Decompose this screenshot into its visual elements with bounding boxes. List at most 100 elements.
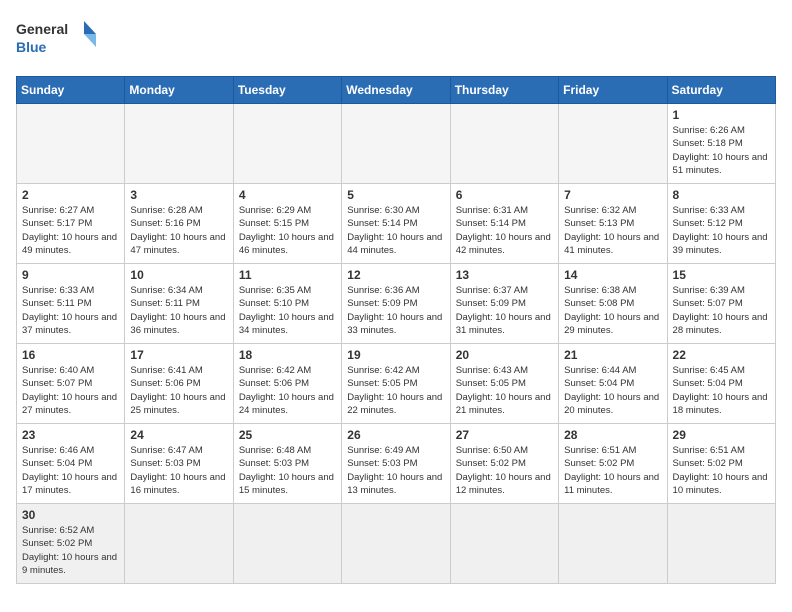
day-info: Sunrise: 6:52 AM Sunset: 5:02 PM Dayligh…	[22, 524, 119, 577]
day-number: 28	[564, 428, 661, 442]
day-number: 14	[564, 268, 661, 282]
day-info: Sunrise: 6:31 AM Sunset: 5:14 PM Dayligh…	[456, 204, 553, 257]
calendar-week-0: 1Sunrise: 6:26 AM Sunset: 5:18 PM Daylig…	[17, 104, 776, 184]
calendar-cell: 4 Sunrise: 6:29 AM Sunset: 5:15 PM Daylig…	[233, 184, 341, 264]
calendar-cell: 26Sunrise: 6:49 AM Sunset: 5:03 PM Dayli…	[342, 424, 450, 504]
day-number: 6	[456, 188, 553, 202]
day-number: 27	[456, 428, 553, 442]
calendar-cell: 8 Sunrise: 6:33 AM Sunset: 5:12 PM Daylig…	[667, 184, 775, 264]
calendar-cell	[17, 104, 125, 184]
calendar-cell: 3Sunrise: 6:28 AM Sunset: 5:16 PM Daylig…	[125, 184, 233, 264]
day-number: 9	[22, 268, 119, 282]
day-number: 16	[22, 348, 119, 362]
calendar-cell: 13 Sunrise: 6:37 AM Sunset: 5:09 PM Dayli…	[450, 264, 558, 344]
day-number: 3	[130, 188, 227, 202]
day-number: 8	[673, 188, 770, 202]
day-info: Sunrise: 6:42 AM Sunset: 5:05 PM Dayligh…	[347, 364, 444, 417]
col-header-thursday: Thursday	[450, 77, 558, 104]
day-number: 5	[347, 188, 444, 202]
calendar-cell: 22 Sunrise: 6:45 AM Sunset: 5:04 PM Dayli…	[667, 344, 775, 424]
day-info: Sunrise: 6:32 AM Sunset: 5:13 PM Dayligh…	[564, 204, 661, 257]
day-number: 21	[564, 348, 661, 362]
day-info: Sunrise: 6:41 AM Sunset: 5:06 PM Dayligh…	[130, 364, 227, 417]
day-info: Sunrise: 6:37 AM Sunset: 5:09 PM Dayligh…	[456, 284, 553, 337]
day-info: Sunrise: 6:47 AM Sunset: 5:03 PM Dayligh…	[130, 444, 227, 497]
day-info: Sunrise: 6:35 AM Sunset: 5:10 PM Dayligh…	[239, 284, 336, 337]
day-info: Sunrise: 6:44 AM Sunset: 5:04 PM Dayligh…	[564, 364, 661, 417]
day-number: 17	[130, 348, 227, 362]
calendar-week-5: 30 Sunrise: 6:52 AM Sunset: 5:02 PM Dayli…	[17, 504, 776, 584]
day-info: Sunrise: 6:29 AM Sunset: 5:15 PM Dayligh…	[239, 204, 336, 257]
day-number: 7	[564, 188, 661, 202]
calendar-cell: 14Sunrise: 6:38 AM Sunset: 5:08 PM Dayli…	[559, 264, 667, 344]
calendar-cell	[450, 104, 558, 184]
calendar-cell: 17 Sunrise: 6:41 AM Sunset: 5:06 PM Dayli…	[125, 344, 233, 424]
svg-text:General: General	[16, 21, 68, 37]
calendar-cell	[450, 504, 558, 584]
day-info: Sunrise: 6:34 AM Sunset: 5:11 PM Dayligh…	[130, 284, 227, 337]
day-number: 22	[673, 348, 770, 362]
calendar-cell: 25 Sunrise: 6:48 AM Sunset: 5:03 PM Dayli…	[233, 424, 341, 504]
day-number: 13	[456, 268, 553, 282]
day-number: 20	[456, 348, 553, 362]
day-info: Sunrise: 6:42 AM Sunset: 5:06 PM Dayligh…	[239, 364, 336, 417]
calendar-cell	[233, 104, 341, 184]
col-header-saturday: Saturday	[667, 77, 775, 104]
calendar-cell: 28Sunrise: 6:51 AM Sunset: 5:02 PM Dayli…	[559, 424, 667, 504]
svg-text:Blue: Blue	[16, 39, 47, 55]
page-header: General Blue	[16, 16, 776, 66]
calendar-week-2: 9 Sunrise: 6:33 AM Sunset: 5:11 PM Daylig…	[17, 264, 776, 344]
calendar-cell: 23 Sunrise: 6:46 AM Sunset: 5:04 PM Dayli…	[17, 424, 125, 504]
col-header-tuesday: Tuesday	[233, 77, 341, 104]
calendar-cell: 16 Sunrise: 6:40 AM Sunset: 5:07 PM Dayli…	[17, 344, 125, 424]
day-number: 23	[22, 428, 119, 442]
day-number: 29	[673, 428, 770, 442]
day-number: 30	[22, 508, 119, 522]
day-number: 1	[673, 108, 770, 122]
calendar-cell	[342, 104, 450, 184]
day-info: Sunrise: 6:40 AM Sunset: 5:07 PM Dayligh…	[22, 364, 119, 417]
calendar-cell	[559, 504, 667, 584]
calendar-cell: 12 Sunrise: 6:36 AM Sunset: 5:09 PM Dayli…	[342, 264, 450, 344]
calendar-cell: 29Sunrise: 6:51 AM Sunset: 5:02 PM Dayli…	[667, 424, 775, 504]
calendar-cell: 10 Sunrise: 6:34 AM Sunset: 5:11 PM Dayli…	[125, 264, 233, 344]
day-number: 10	[130, 268, 227, 282]
calendar-cell: 5 Sunrise: 6:30 AM Sunset: 5:14 PM Daylig…	[342, 184, 450, 264]
day-info: Sunrise: 6:45 AM Sunset: 5:04 PM Dayligh…	[673, 364, 770, 417]
calendar-cell: 24Sunrise: 6:47 AM Sunset: 5:03 PM Dayli…	[125, 424, 233, 504]
calendar-cell: 18 Sunrise: 6:42 AM Sunset: 5:06 PM Dayli…	[233, 344, 341, 424]
calendar-cell	[125, 104, 233, 184]
calendar-cell	[342, 504, 450, 584]
calendar-cell	[667, 504, 775, 584]
calendar-cell: 30 Sunrise: 6:52 AM Sunset: 5:02 PM Dayli…	[17, 504, 125, 584]
day-info: Sunrise: 6:30 AM Sunset: 5:14 PM Dayligh…	[347, 204, 444, 257]
calendar-header: SundayMondayTuesdayWednesdayThursdayFrid…	[17, 77, 776, 104]
day-info: Sunrise: 6:33 AM Sunset: 5:11 PM Dayligh…	[22, 284, 119, 337]
calendar-cell: 11 Sunrise: 6:35 AM Sunset: 5:10 PM Dayli…	[233, 264, 341, 344]
col-header-friday: Friday	[559, 77, 667, 104]
day-info: Sunrise: 6:48 AM Sunset: 5:03 PM Dayligh…	[239, 444, 336, 497]
calendar-cell	[233, 504, 341, 584]
col-header-sunday: Sunday	[17, 77, 125, 104]
day-info: Sunrise: 6:36 AM Sunset: 5:09 PM Dayligh…	[347, 284, 444, 337]
calendar-cell: 20Sunrise: 6:43 AM Sunset: 5:05 PM Dayli…	[450, 344, 558, 424]
day-number: 18	[239, 348, 336, 362]
logo-svg: General Blue	[16, 16, 96, 66]
calendar-cell: 1Sunrise: 6:26 AM Sunset: 5:18 PM Daylig…	[667, 104, 775, 184]
day-number: 25	[239, 428, 336, 442]
day-info: Sunrise: 6:46 AM Sunset: 5:04 PM Dayligh…	[22, 444, 119, 497]
day-number: 11	[239, 268, 336, 282]
day-number: 4	[239, 188, 336, 202]
logo: General Blue	[16, 16, 96, 66]
calendar-cell: 21 Sunrise: 6:44 AM Sunset: 5:04 PM Dayli…	[559, 344, 667, 424]
col-header-monday: Monday	[125, 77, 233, 104]
calendar-week-4: 23 Sunrise: 6:46 AM Sunset: 5:04 PM Dayli…	[17, 424, 776, 504]
day-info: Sunrise: 6:39 AM Sunset: 5:07 PM Dayligh…	[673, 284, 770, 337]
day-info: Sunrise: 6:33 AM Sunset: 5:12 PM Dayligh…	[673, 204, 770, 257]
col-header-wednesday: Wednesday	[342, 77, 450, 104]
day-number: 2	[22, 188, 119, 202]
calendar-table: SundayMondayTuesdayWednesdayThursdayFrid…	[16, 76, 776, 584]
calendar-cell: 2Sunrise: 6:27 AM Sunset: 5:17 PM Daylig…	[17, 184, 125, 264]
day-number: 12	[347, 268, 444, 282]
day-number: 26	[347, 428, 444, 442]
